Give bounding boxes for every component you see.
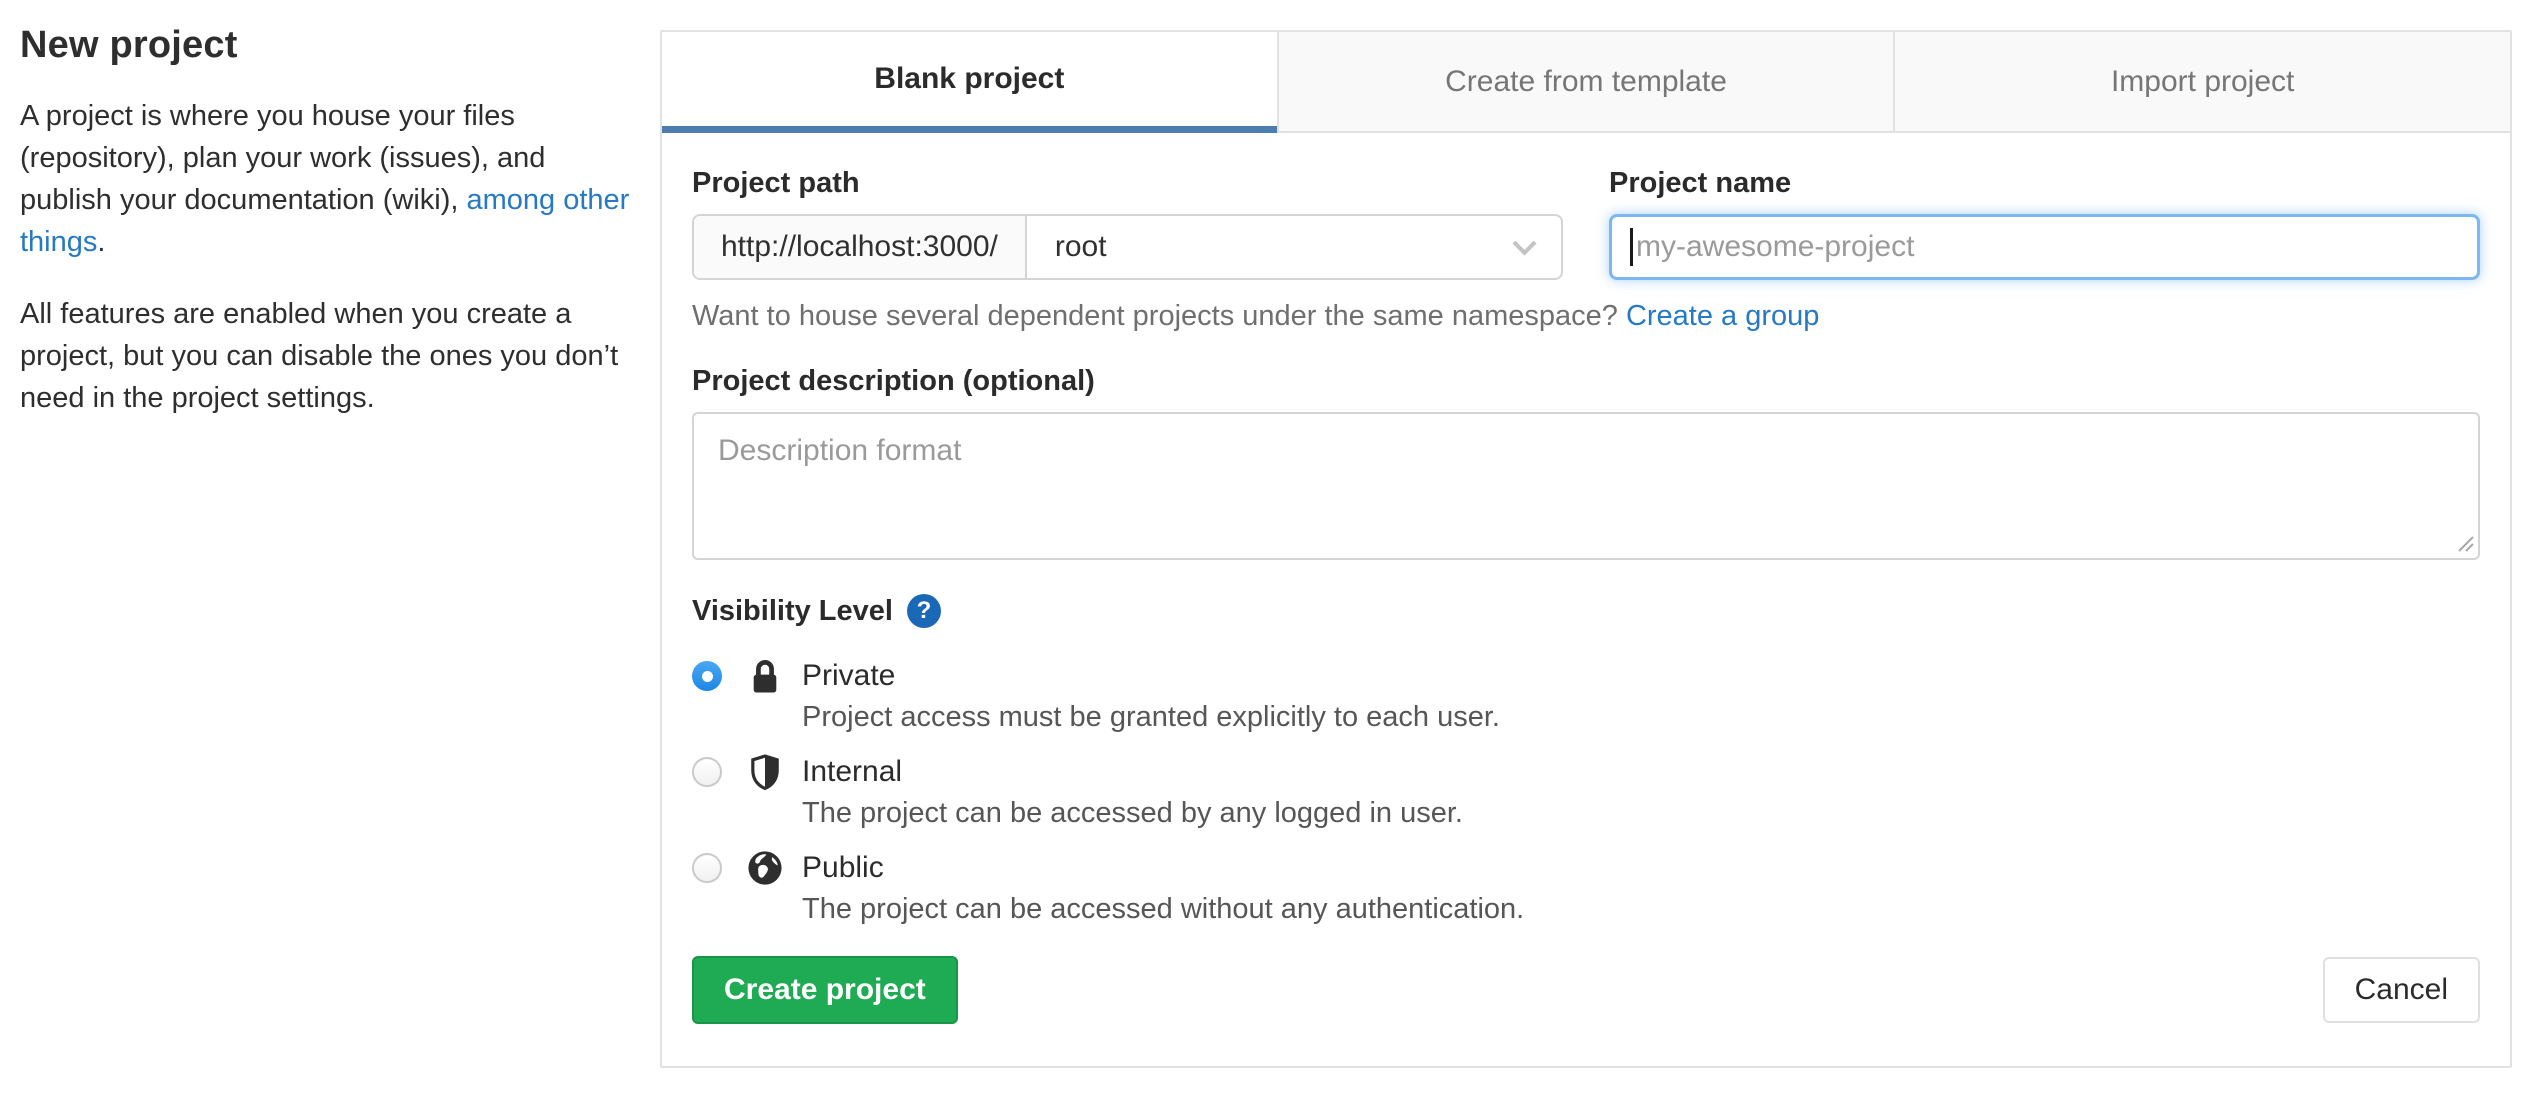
lock-icon bbox=[746, 657, 784, 697]
project-description-textarea[interactable] bbox=[692, 412, 2480, 560]
project-path-input-group: http://localhost:3000/ root bbox=[692, 214, 1563, 280]
project-name-wrap bbox=[1609, 214, 2480, 280]
visibility-option-internal: Internal The project can be accessed by … bbox=[692, 752, 2480, 834]
cancel-button[interactable]: Cancel bbox=[2322, 957, 2480, 1023]
tab-create-from-template[interactable]: Create from template bbox=[1276, 32, 1894, 133]
public-option-description: The project can be accessed without any … bbox=[802, 893, 1525, 925]
internal-option-description: The project can be accessed by any logge… bbox=[802, 797, 1463, 829]
namespace-hint-text: Want to house several dependent projects… bbox=[692, 300, 1626, 332]
visibility-level-row: Visibility Level ? bbox=[692, 594, 2480, 628]
project-type-tabs: Blank project Create from template Impor… bbox=[662, 32, 2511, 133]
private-option-description: Project access must be granted explicitl… bbox=[802, 701, 1500, 733]
namespace-selected-value: root bbox=[1054, 230, 1107, 263]
intro-paragraph-2: All features are enabled when you create… bbox=[20, 298, 619, 414]
shield-icon bbox=[746, 753, 784, 791]
url-prefix-addon: http://localhost:3000/ bbox=[694, 216, 1027, 278]
path-name-row: Project path http://localhost:3000/ root… bbox=[692, 167, 2480, 280]
visibility-option-private: Private Project access must be granted e… bbox=[692, 656, 2480, 738]
chevron-down-icon bbox=[1512, 230, 1537, 256]
text-cursor bbox=[1630, 228, 1633, 266]
private-radio[interactable] bbox=[692, 661, 722, 691]
form-actions: Create project Cancel bbox=[692, 956, 2480, 1024]
internal-option-name[interactable]: Internal bbox=[802, 752, 1463, 792]
intro-paragraph-1-period: . bbox=[97, 226, 106, 258]
private-option-name[interactable]: Private bbox=[802, 656, 1500, 696]
visibility-level-label: Visibility Level bbox=[692, 594, 893, 627]
project-name-input[interactable] bbox=[1609, 214, 2480, 280]
private-option-text: Private Project access must be granted e… bbox=[802, 656, 1500, 738]
help-icon[interactable]: ? bbox=[906, 594, 941, 628]
page-title: New project bbox=[20, 24, 238, 66]
new-project-panel: Blank project Create from template Impor… bbox=[660, 30, 2512, 1068]
project-name-column: Project name bbox=[1609, 167, 2480, 280]
intro-paragraph-1: A project is where you house your files … bbox=[20, 95, 632, 263]
project-description-label: Project description (optional) bbox=[692, 365, 1095, 397]
project-path-label: Project path bbox=[692, 167, 860, 199]
blank-project-form: Project path http://localhost:3000/ root… bbox=[662, 133, 2510, 1024]
globe-icon bbox=[746, 849, 784, 887]
project-description-wrap bbox=[692, 412, 2480, 560]
namespace-select[interactable]: root bbox=[1027, 216, 1561, 278]
create-a-group-link[interactable]: Create a group bbox=[1626, 300, 1819, 332]
internal-radio[interactable] bbox=[692, 757, 722, 787]
internal-option-text: Internal The project can be accessed by … bbox=[802, 752, 1463, 834]
public-option-name[interactable]: Public bbox=[802, 848, 1524, 888]
public-radio[interactable] bbox=[692, 853, 722, 883]
tab-import-project[interactable]: Import project bbox=[1893, 32, 2511, 133]
visibility-option-public: Public The project can be accessed witho… bbox=[692, 848, 2480, 930]
namespace-hint: Want to house several dependent projects… bbox=[692, 300, 2480, 333]
project-path-column: Project path http://localhost:3000/ root bbox=[692, 167, 1563, 280]
create-project-button[interactable]: Create project bbox=[692, 956, 958, 1024]
project-name-label: Project name bbox=[1609, 167, 1792, 199]
tab-blank-project[interactable]: Blank project bbox=[662, 32, 1277, 133]
public-option-text: Public The project can be accessed witho… bbox=[802, 848, 1524, 930]
new-project-intro: New project A project is where you house… bbox=[20, 24, 632, 449]
resize-grip-icon[interactable] bbox=[2453, 531, 2475, 553]
visibility-options: Private Project access must be granted e… bbox=[692, 656, 2480, 930]
